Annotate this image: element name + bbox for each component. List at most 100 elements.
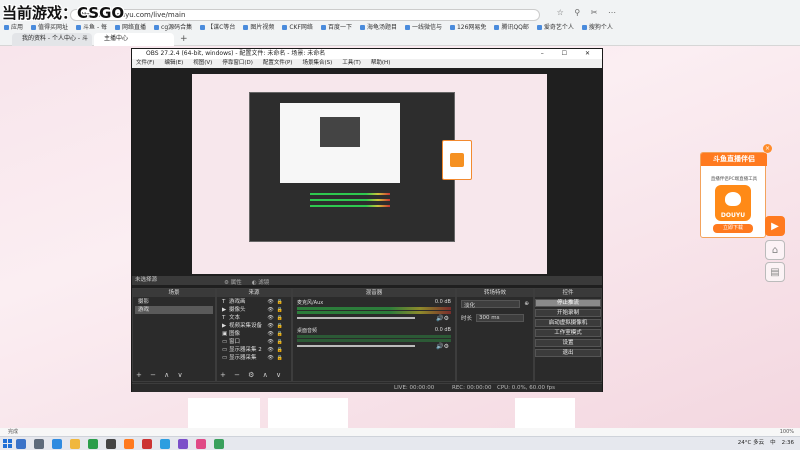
start-recording-button[interactable]: 开始录制 [535,309,601,317]
wechat-icon[interactable] [214,439,224,449]
play-icon: ▶ [222,323,227,329]
source-item[interactable]: ▣ 图像 👁🔒 [219,330,289,338]
source-item[interactable]: ▭ 显示器采集 2 👁🔒 [219,346,289,354]
virtual-camera-button[interactable]: 启动虚拟摄像机 [535,319,601,327]
bookmark-item[interactable]: 一线微信与 [404,22,442,33]
browser-actions[interactable]: ☆ ⚲ ✂ ⋯ [557,8,620,17]
ad-download-button[interactable]: 立即下载 [713,224,753,233]
bookmark-item[interactable]: 爱奇艺个人 [536,22,574,33]
exit-button[interactable]: 退出 [535,349,601,357]
windows-start-icon[interactable] [3,439,12,448]
bookmark-item[interactable]: 值得买网址 [31,22,68,33]
settings-button[interactable]: 设置 [535,339,601,347]
douyu-ad-card[interactable]: 斗鱼直播伴侣 直播伴侣PC端直播工具 DOUYU 立即下载 [700,152,767,238]
new-tab-icon[interactable]: + [180,33,188,46]
scene-controls[interactable]: + − ∧ ∨ [136,371,186,379]
douyu-icon[interactable] [124,439,134,449]
bookmarks-bar: 应用 值得买网址 斗鱼 - 每 网络直播 cg源码合集 【谋C等台 图片视频 C… [0,22,613,33]
source-item[interactable]: ▶ 摄像头 👁🔒 [219,306,289,314]
scene-item[interactable]: 摄影 [135,298,213,306]
clock[interactable]: 2:36 [782,437,794,450]
zoom-level[interactable]: 100% [780,428,794,436]
system-tray: 24°C 多云 中 2:36 [738,437,794,450]
duration-label: 时长 [461,316,473,322]
bookmark-item[interactable]: 图片视频 [243,22,274,33]
transition-type-select[interactable]: 淡化 [461,300,521,309]
douyu-logo-icon: DOUYU [715,185,751,221]
play-icon[interactable]: ▶ [765,216,785,236]
taskbar: 24°C 多云 中 2:36 [0,436,800,450]
menu-file[interactable]: 文件(F) [136,59,154,68]
bookmark-item[interactable]: 腾讯QQ邮 [494,22,529,33]
bookmark-item[interactable]: cg源码合集 [154,22,192,33]
visibility-lock-icon[interactable]: 👁🔒 [267,338,286,346]
menu-help[interactable]: 帮助(H) [371,59,390,68]
volume-slider[interactable] [297,345,415,347]
bookmark-item[interactable]: 应用 [4,22,23,33]
filters-button[interactable]: ◐ 滤镜 [252,278,270,286]
no-source-label: 未选择源 [135,277,158,283]
qq-icon[interactable] [160,439,170,449]
weather[interactable]: 24°C 多云 [738,437,764,450]
visibility-lock-icon[interactable]: 👁🔒 [267,346,286,354]
browser-icon[interactable] [88,439,98,449]
scene-item[interactable]: 游戏 [135,306,213,314]
app-icon[interactable] [142,439,152,449]
speaker-gear-icon[interactable]: 🔊⚙ [436,315,449,322]
nested-meter-bar [310,193,390,195]
ime-indicator[interactable]: 中 [770,437,776,450]
home-icon[interactable]: ⌂ [765,240,785,260]
window-controls[interactable]: – ☐ ✕ [541,49,598,59]
bookmark-item[interactable]: CKF网络 [282,22,313,33]
volume-slider[interactable] [297,317,415,319]
source-item[interactable]: T 游戏画 👁🔒 [219,298,289,306]
menu-docks[interactable]: 停靠窗口(D) [222,59,253,68]
menu-scene-collection[interactable]: 场景集合(S) [302,59,332,68]
tab-profile[interactable]: 我的资料 - 个人中心 - 斗 [12,33,92,46]
studio-mode-button[interactable]: 工作室模式 [535,329,601,337]
source-item[interactable]: ▭ 窗口 👁🔒 [219,338,289,346]
speaker-gear-icon[interactable]: 🔊⚙ [436,343,449,350]
source-controls[interactable]: + − ⚙ ∧ ∨ [220,371,284,379]
source-toolbar: ⚙ 属性 ◐ 滤镜 [224,278,269,286]
visibility-lock-icon[interactable]: 👁🔒 [267,330,286,338]
search-icon[interactable] [16,439,26,449]
visibility-lock-icon[interactable]: 👁🔒 [267,322,286,330]
edge-icon[interactable] [52,439,62,449]
source-item[interactable]: ▭ 显示器采集 👁🔒 [219,354,289,362]
menu-tools[interactable]: 工具(T) [342,59,361,68]
source-item[interactable]: T 文本 👁🔒 [219,314,289,322]
app-icon[interactable] [178,439,188,449]
visibility-lock-icon[interactable]: 👁🔒 [267,298,286,306]
properties-button[interactable]: ⚙ 属性 [224,278,242,286]
douyu-logo-icon [450,153,464,167]
bookmark-item[interactable]: 百度一下 [320,22,352,33]
preview-canvas[interactable] [192,74,547,274]
menu-profile[interactable]: 配置文件(P) [263,59,293,68]
transition-add-icon[interactable]: ⊕ [524,301,529,307]
obs-icon[interactable] [106,439,116,449]
visibility-lock-icon[interactable]: 👁🔒 [267,314,286,322]
bookmark-icon [31,25,37,30]
bookmark-item[interactable]: 搜狗个人 [581,22,613,33]
menu-edit[interactable]: 编辑(E) [164,59,183,68]
task-view-icon[interactable] [34,439,44,449]
menu-view[interactable]: 视图(V) [193,59,212,68]
mixer-channel-desktop: 桌面音频 0.0 dB 🔊⚙ [293,325,455,350]
app-icon[interactable]: ▤ [765,262,785,282]
bookmark-item[interactable]: 126网易免 [449,22,486,33]
bookmark-item[interactable]: 海龟汤题目 [359,22,397,33]
visibility-lock-icon[interactable]: 👁🔒 [267,306,286,314]
folder-icon[interactable] [70,439,80,449]
visibility-lock-icon[interactable]: 👁🔒 [267,354,286,362]
tab-streamer-center[interactable]: 主播中心 [94,33,174,46]
url-bar[interactable]: http://mp.douyu.com/live/main [70,9,540,21]
source-item[interactable]: ▶ 视频采集设备 👁🔒 [219,322,289,330]
bookmark-item[interactable]: 【谋C等台 [200,22,235,33]
bookmark-item[interactable]: 斗鱼 - 每 [76,22,107,33]
app-icon[interactable] [196,439,206,449]
transitions-title: 转场特效 [457,289,533,297]
bookmark-item[interactable]: 网络直播 [115,22,146,33]
stop-streaming-button[interactable]: 停止推流 [535,299,601,307]
duration-input[interactable]: 300 ms [476,314,525,322]
